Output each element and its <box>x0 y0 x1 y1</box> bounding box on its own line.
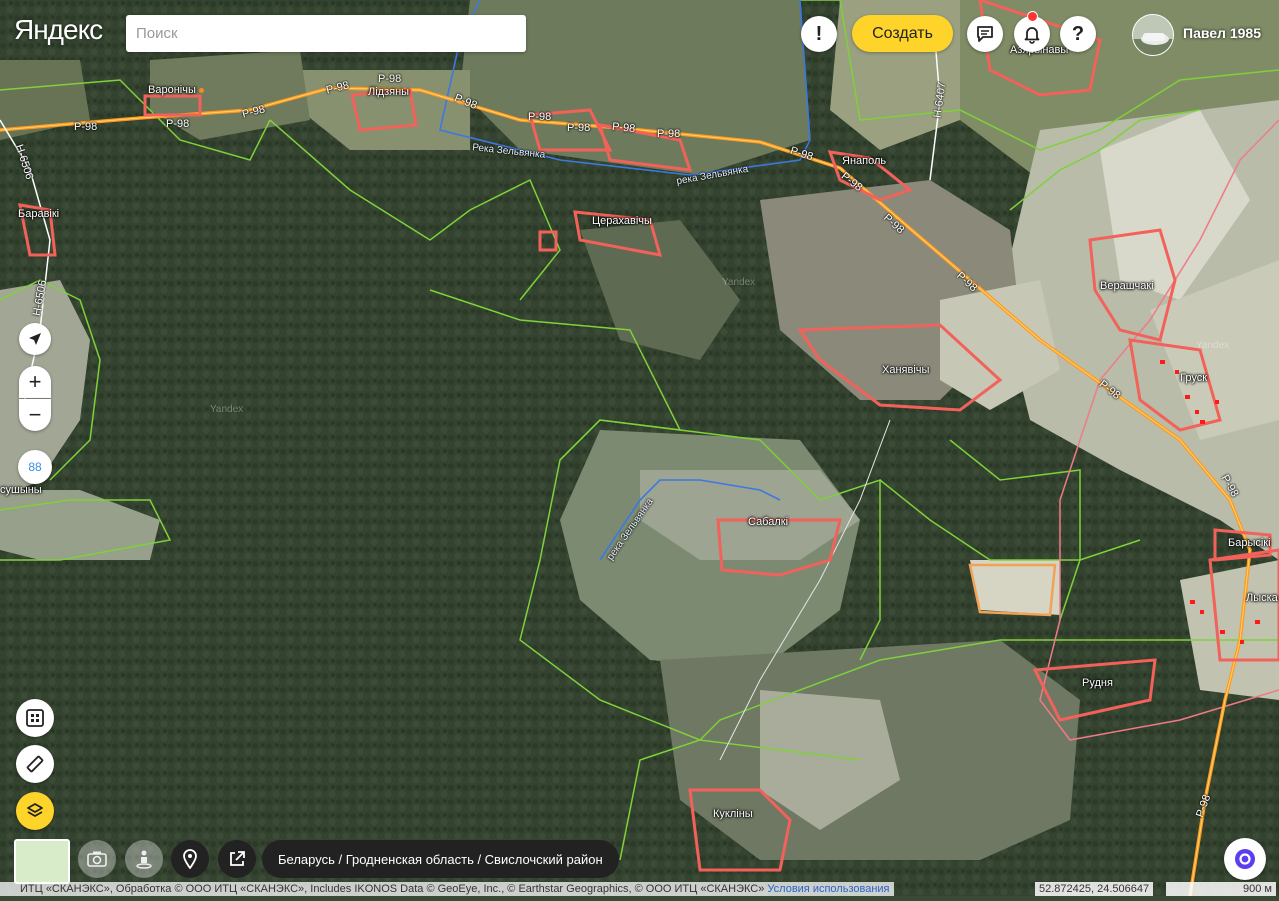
user-photo-icon <box>1133 15 1173 55</box>
place-label[interactable]: Рудня <box>1082 677 1113 689</box>
ruler-icon <box>26 755 44 773</box>
breadcrumb[interactable]: Беларусь / Гродненская область / Свислоч… <box>262 840 619 878</box>
place-label[interactable]: сушыны <box>0 484 42 496</box>
map-footer: ИТЦ «СКАНЭКС», Обработка © ООО ИТЦ «СКАН… <box>0 882 1279 896</box>
road-label: P-98 <box>74 121 98 133</box>
street-view-button[interactable] <box>125 840 163 878</box>
pegman-icon <box>136 850 152 869</box>
notification-badge <box>1027 11 1038 22</box>
location-arrow-icon <box>29 333 41 345</box>
terms-link[interactable]: Условия использования <box>767 883 889 895</box>
info-button[interactable]: ! <box>801 16 837 52</box>
bell-icon <box>1024 27 1040 44</box>
place-label[interactable]: Верашчакі <box>1100 280 1154 292</box>
locate-me-button[interactable] <box>19 323 51 355</box>
layers-button[interactable] <box>16 792 54 830</box>
place-label[interactable]: Варонічы <box>148 84 204 96</box>
grid-icon <box>26 709 44 727</box>
layers-icon <box>27 803 43 817</box>
map-canvas <box>0 0 1279 897</box>
add-place-button[interactable] <box>171 840 209 878</box>
zoom-in-button[interactable]: + <box>19 366 51 398</box>
alice-icon <box>1235 849 1255 869</box>
place-label[interactable]: Баравікі <box>18 208 59 220</box>
place-label[interactable]: Сабалкі <box>748 516 788 528</box>
feedback-button[interactable] <box>967 16 1003 52</box>
place-label[interactable]: Янаполь <box>842 155 886 167</box>
road-label: P-98 <box>166 118 190 130</box>
yandex-logo[interactable]: Яндекс <box>14 14 103 46</box>
ruler-button[interactable] <box>16 745 54 783</box>
scale-bar: 900 м <box>1166 882 1276 896</box>
place-label[interactable]: Барысікі <box>1228 537 1271 549</box>
place-label[interactable]: Лыска <box>1246 592 1278 604</box>
avatar[interactable] <box>1132 14 1174 56</box>
user-name[interactable]: Павел 1985 <box>1183 25 1261 41</box>
attribution: ИТЦ «СКАНЭКС», Обработка © ООО ИТЦ «СКАН… <box>0 882 894 896</box>
road-label: P-98 <box>378 73 402 85</box>
message-icon <box>977 26 993 42</box>
place-label[interactable]: Лідзяны <box>368 86 409 98</box>
question-icon: ? <box>1071 22 1085 45</box>
alice-assistant-button[interactable] <box>1224 838 1266 880</box>
external-link-icon <box>230 851 245 866</box>
place-label[interactable]: Кукліны <box>713 808 753 820</box>
road-label: P-98 <box>567 122 591 134</box>
share-button[interactable] <box>218 840 256 878</box>
place-label[interactable]: Церахавічы <box>592 215 652 227</box>
coordinates-readout[interactable]: 52.872425, 24.506647 <box>1035 882 1154 896</box>
exclamation-icon: ! <box>815 22 823 45</box>
search-input[interactable] <box>126 15 526 52</box>
road-label: P-98 <box>657 128 681 140</box>
satellite-map[interactable]: Варонічы Лідзяны Баравікі Янаполь Цераха… <box>0 0 1279 897</box>
map-pin-icon <box>183 849 197 869</box>
map-type-preview[interactable] <box>14 839 70 884</box>
speed-limit-badge[interactable]: 88 <box>18 450 52 484</box>
place-label[interactable]: Груск <box>1180 372 1207 384</box>
place-label[interactable]: Ханявічы <box>882 364 929 376</box>
map-watermark: Yandex <box>722 277 756 288</box>
help-button[interactable]: ? <box>1060 16 1096 52</box>
camera-icon <box>87 851 107 867</box>
map-watermark: Yandex <box>1196 340 1230 351</box>
road-label: P-98 <box>611 120 636 136</box>
create-button[interactable]: Создать <box>852 15 953 52</box>
map-watermark: Yandex <box>210 404 244 415</box>
road-label: P-98 <box>528 111 552 123</box>
panorama-button[interactable] <box>78 840 116 878</box>
zoom-out-button[interactable]: − <box>19 399 51 431</box>
services-grid-button[interactable] <box>16 699 54 737</box>
